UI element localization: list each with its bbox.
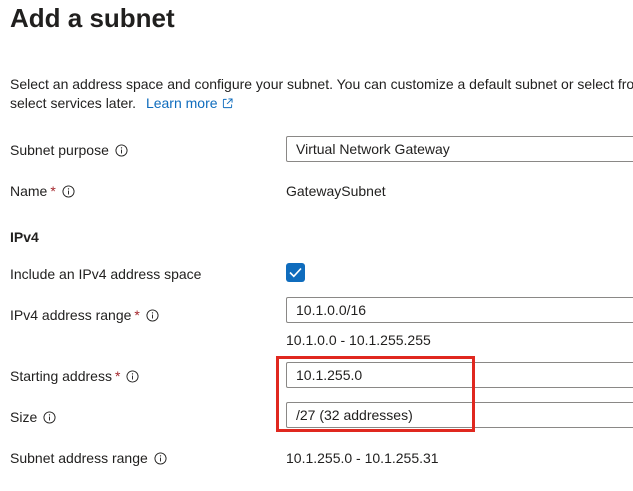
info-icon[interactable] <box>126 370 139 383</box>
info-icon[interactable] <box>146 309 159 322</box>
size-label-text: Size <box>10 409 38 425</box>
info-icon[interactable] <box>154 452 167 465</box>
learn-more-label: Learn more <box>145 95 218 111</box>
required-asterisk: * <box>134 307 140 323</box>
ipv4-range-dropdown[interactable]: 10.1.0.0/16 <box>286 297 633 323</box>
subnet-address-range-label: Subnet address range <box>10 449 167 467</box>
ipv4-section-heading: IPv4 <box>10 229 39 245</box>
checkmark-icon <box>289 267 302 278</box>
info-icon[interactable] <box>62 185 75 198</box>
external-link-icon <box>222 98 233 109</box>
description-line-1: Select an address space and configure yo… <box>10 76 633 92</box>
name-label-text: Name <box>10 183 48 199</box>
description-line-2-text: select services later. <box>10 95 137 111</box>
ipv4-range-text: 10.1.0.0 - 10.1.255.255 <box>286 332 431 348</box>
subnet-purpose-label-text: Subnet purpose <box>10 142 109 158</box>
highlight-box <box>276 356 475 432</box>
subnet-purpose-dropdown[interactable]: Virtual Network Gateway <box>286 136 633 162</box>
ipv4-range-label: IPv4 address range * <box>10 306 159 324</box>
starting-address-label: Starting address * <box>10 367 139 385</box>
starting-address-label-text: Starting address <box>10 368 112 384</box>
ipv4-range-label-text: IPv4 address range <box>10 307 132 323</box>
required-asterisk: * <box>114 368 121 384</box>
name-value: GatewaySubnet <box>286 183 386 199</box>
size-label: Size <box>10 408 56 426</box>
page-description: Select an address space and configure yo… <box>10 75 633 113</box>
info-icon[interactable] <box>43 411 56 424</box>
page-title: Add a subnet <box>10 3 175 33</box>
include-ipv4-checkbox[interactable] <box>286 263 305 282</box>
info-icon[interactable] <box>115 144 128 157</box>
required-asterisk: * <box>50 183 56 199</box>
subnet-address-range-label-text: Subnet address range <box>10 450 148 466</box>
name-label: Name * <box>10 182 75 200</box>
description-line-2: select services later. Learn more <box>10 94 633 113</box>
learn-more-link[interactable]: Learn more <box>146 95 233 111</box>
subnet-purpose-label: Subnet purpose <box>10 141 128 159</box>
subnet-address-range-value: 10.1.255.0 - 10.1.255.31 <box>286 450 439 466</box>
include-ipv4-label: Include an IPv4 address space <box>10 266 202 282</box>
